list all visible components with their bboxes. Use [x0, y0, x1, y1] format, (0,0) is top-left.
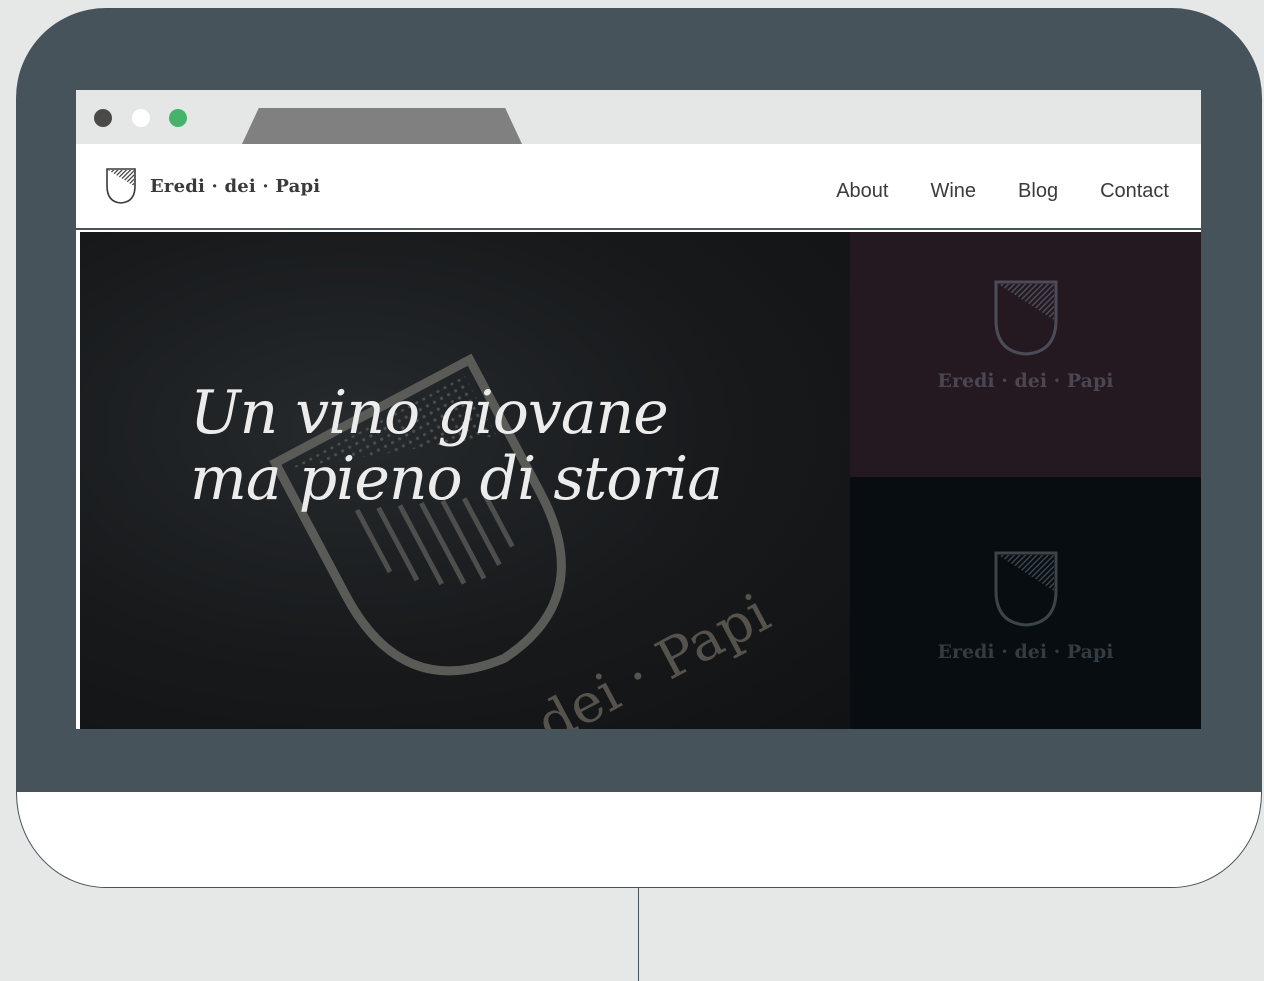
browser-titlebar: [76, 90, 1201, 144]
browser-tab[interactable]: [242, 108, 522, 144]
panel-logo: Eredi · dei · Papi: [850, 278, 1201, 392]
hero-title-line-2: ma pieno di storia: [190, 444, 723, 514]
hero-image: dei · Papi Un vino giovane ma pieno di s…: [80, 232, 850, 729]
site-header: Eredi · dei · Papi About Wine Blog Conta…: [76, 144, 1201, 230]
monitor-chin: [16, 792, 1262, 888]
hero-title-line-1: Un vino giovane: [190, 378, 669, 448]
panel-logo: Eredi · dei · Papi: [850, 549, 1201, 663]
brand-name: Eredi · dei · Papi: [150, 175, 321, 197]
hero-title: Un vino giovane ma pieno di storia: [190, 378, 723, 514]
embossed-brand-text: dei · Papi: [527, 581, 780, 729]
shield-logo-icon: [994, 551, 1057, 627]
maximize-window-button[interactable]: [169, 109, 187, 127]
site-logo[interactable]: Eredi · dei · Papi: [104, 168, 320, 204]
shield-logo-icon: [994, 280, 1057, 356]
minimize-window-button[interactable]: [132, 109, 150, 127]
browser-window: Eredi · dei · Papi About Wine Blog Conta…: [76, 90, 1201, 729]
close-window-button[interactable]: [94, 109, 112, 127]
shield-logo-icon: [106, 168, 136, 204]
brand-panel-burgundy: Eredi · dei · Papi: [850, 232, 1201, 477]
nav-item-contact[interactable]: Contact: [1100, 180, 1169, 203]
panel-brand-name: Eredi · dei · Papi: [937, 370, 1114, 392]
nav-item-blog[interactable]: Blog: [1018, 180, 1058, 203]
nav-item-about[interactable]: About: [836, 180, 888, 203]
monitor-stand: [638, 888, 639, 981]
hero-section: dei · Papi Un vino giovane ma pieno di s…: [80, 232, 1201, 729]
panel-brand-name: Eredi · dei · Papi: [937, 641, 1114, 663]
nav-item-wine[interactable]: Wine: [930, 180, 976, 203]
main-nav: About Wine Blog Contact: [836, 180, 1169, 203]
brand-panel-dark: Eredi · dei · Papi: [850, 477, 1201, 729]
